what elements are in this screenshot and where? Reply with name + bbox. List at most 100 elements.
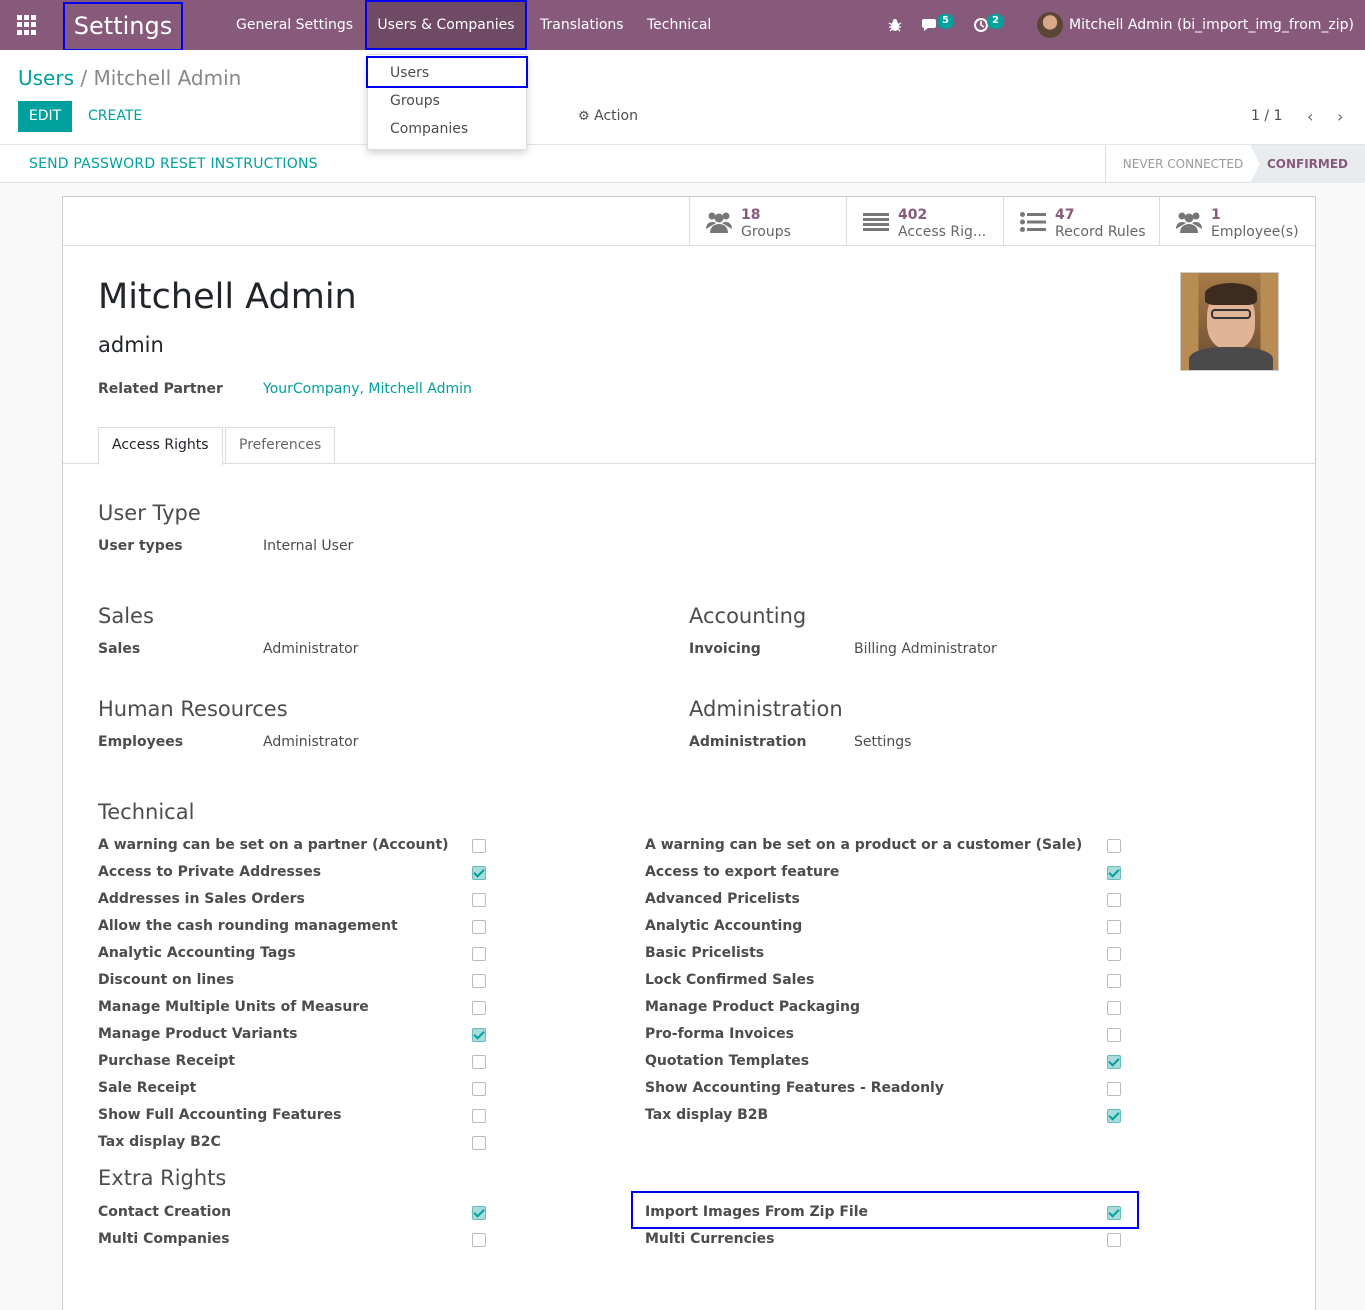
invoicing-value[interactable]: Billing Administrator bbox=[854, 641, 997, 657]
tab-preferences[interactable]: Preferences bbox=[225, 427, 336, 464]
checkbox[interactable] bbox=[1107, 893, 1121, 907]
action-dropdown[interactable]: ⚙ Action bbox=[578, 101, 638, 132]
employees-smart-button[interactable]: 1 Employee(s) bbox=[1159, 197, 1315, 245]
checkbox[interactable] bbox=[1107, 1206, 1121, 1220]
dropdown-item-users[interactable]: Users bbox=[390, 62, 429, 84]
checkbox[interactable] bbox=[1107, 1082, 1121, 1096]
apps-menu-icon[interactable] bbox=[17, 15, 37, 35]
status-confirmed[interactable]: CONFIRMED bbox=[1250, 145, 1365, 183]
user-avatar[interactable] bbox=[1037, 12, 1063, 38]
employees-label: Employees bbox=[98, 734, 184, 750]
employees-value[interactable]: Administrator bbox=[263, 734, 358, 750]
checkbox-label: Manage Multiple Units of Measure bbox=[98, 999, 369, 1015]
breadcrumb-users-link[interactable]: Users bbox=[18, 66, 74, 90]
checkbox-label: Purchase Receipt bbox=[98, 1053, 236, 1069]
checkbox[interactable] bbox=[472, 866, 486, 880]
breadcrumb-separator: / bbox=[80, 66, 88, 90]
administration-value[interactable]: Settings bbox=[854, 734, 911, 750]
checkbox-label: Access to export feature bbox=[645, 864, 840, 880]
groups-smart-button[interactable]: 18 Groups bbox=[689, 197, 846, 245]
checkbox[interactable] bbox=[1107, 974, 1121, 988]
checkbox-label: A warning can be set on a product or a c… bbox=[645, 837, 1083, 853]
notebook-tabs: Access Rights Preferences bbox=[63, 427, 1315, 465]
sales-label: Sales bbox=[98, 641, 141, 657]
access-rights-count: 402 bbox=[898, 207, 928, 223]
activities-count-badge: 2 bbox=[987, 14, 1004, 29]
user-types-label: User types bbox=[98, 538, 183, 554]
checkbox-label: Manage Product Packaging bbox=[645, 999, 861, 1015]
user-types-value[interactable]: Internal User bbox=[263, 538, 353, 554]
user-menu[interactable]: Mitchell Admin (bi_import_img_from_zip) bbox=[1069, 0, 1354, 50]
checkbox[interactable] bbox=[472, 1028, 486, 1042]
checkbox[interactable] bbox=[1107, 1001, 1121, 1015]
checkbox-label: Analytic Accounting Tags bbox=[98, 945, 296, 961]
dropdown-item-companies[interactable]: Companies bbox=[390, 118, 468, 140]
breadcrumb: Users / Mitchell Admin bbox=[18, 66, 241, 90]
related-partner-link[interactable]: YourCompany, Mitchell Admin bbox=[263, 381, 472, 397]
activities-clock-icon[interactable] bbox=[973, 0, 989, 50]
checkbox[interactable] bbox=[1107, 920, 1121, 934]
app-brand[interactable]: Settings bbox=[63, 2, 183, 51]
section-technical: Technical bbox=[98, 800, 195, 824]
sales-value[interactable]: Administrator bbox=[263, 641, 358, 657]
breadcrumb-current: Mitchell Admin bbox=[93, 66, 242, 90]
menu-translations[interactable]: Translations bbox=[540, 0, 624, 50]
checkbox[interactable] bbox=[472, 1136, 486, 1150]
checkbox[interactable] bbox=[1107, 1055, 1121, 1069]
list-lines-icon bbox=[863, 211, 889, 237]
checkbox[interactable] bbox=[472, 1055, 486, 1069]
tab-access-rights[interactable]: Access Rights bbox=[98, 427, 223, 465]
checkbox-label: A warning can be set on a partner (Accou… bbox=[98, 837, 449, 853]
send-password-reset-button[interactable]: SEND PASSWORD RESET INSTRUCTIONS bbox=[29, 145, 318, 183]
checkbox-label: Contact Creation bbox=[98, 1204, 232, 1220]
checkbox[interactable] bbox=[472, 1082, 486, 1096]
pager-value[interactable]: 1 / 1 bbox=[1251, 101, 1282, 132]
checkbox-label: Multi Currencies bbox=[645, 1231, 775, 1247]
groups-label: Groups bbox=[741, 224, 791, 240]
checkbox-label: Lock Confirmed Sales bbox=[645, 972, 815, 988]
checkbox[interactable] bbox=[472, 974, 486, 988]
related-partner-label: Related Partner bbox=[98, 381, 223, 397]
record-rules-label: Record Rules bbox=[1055, 224, 1146, 240]
checkbox[interactable] bbox=[472, 1109, 486, 1123]
user-photo[interactable] bbox=[1180, 272, 1279, 371]
checkbox[interactable] bbox=[472, 839, 486, 853]
checkbox[interactable] bbox=[472, 1206, 486, 1220]
menu-technical[interactable]: Technical bbox=[647, 0, 711, 50]
checkbox[interactable] bbox=[1107, 1109, 1121, 1123]
checkbox[interactable] bbox=[472, 893, 486, 907]
checkbox[interactable] bbox=[1107, 1028, 1121, 1042]
user-name-title: Mitchell Admin bbox=[98, 277, 357, 317]
checkbox-label: Tax display B2C bbox=[98, 1134, 221, 1150]
checkbox[interactable] bbox=[1107, 839, 1121, 853]
pager-previous-icon[interactable]: ‹ bbox=[1307, 101, 1313, 132]
section-accounting: Accounting bbox=[689, 604, 807, 628]
debug-bug-icon[interactable] bbox=[888, 0, 902, 50]
checkbox[interactable] bbox=[472, 1233, 486, 1247]
checkbox[interactable] bbox=[1107, 866, 1121, 880]
create-button[interactable]: CREATE bbox=[88, 101, 142, 132]
dropdown-item-groups[interactable]: Groups bbox=[390, 90, 440, 112]
checkbox[interactable] bbox=[1107, 947, 1121, 961]
checkbox-label: Allow the cash rounding management bbox=[98, 918, 398, 934]
checkbox[interactable] bbox=[472, 1001, 486, 1015]
user-login: admin bbox=[98, 333, 164, 357]
access-rights-smart-button[interactable]: 402 Access Rig... bbox=[846, 197, 1003, 245]
record-rules-smart-button[interactable]: 47 Record Rules bbox=[1003, 197, 1159, 245]
invoicing-label: Invoicing bbox=[689, 641, 761, 657]
edit-button[interactable]: EDIT bbox=[18, 101, 72, 132]
checkbox-label: Pro-forma Invoices bbox=[645, 1026, 794, 1042]
status-bar: SEND PASSWORD RESET INSTRUCTIONS NEVER C… bbox=[0, 144, 1365, 183]
section-user-type: User Type bbox=[98, 501, 201, 525]
checkbox[interactable] bbox=[1107, 1233, 1121, 1247]
checkbox-label: Tax display B2B bbox=[645, 1107, 769, 1123]
checkbox-label: Show Full Accounting Features bbox=[98, 1107, 342, 1123]
checkbox[interactable] bbox=[472, 947, 486, 961]
pager-next-icon[interactable]: › bbox=[1337, 101, 1343, 132]
checkbox-label: Discount on lines bbox=[98, 972, 235, 988]
menu-general-settings[interactable]: General Settings bbox=[236, 0, 353, 50]
menu-users-companies[interactable]: Users & Companies bbox=[365, 0, 527, 50]
section-sales: Sales bbox=[98, 604, 154, 628]
checkbox[interactable] bbox=[472, 920, 486, 934]
status-never-connected[interactable]: NEVER CONNECTED bbox=[1105, 145, 1260, 183]
